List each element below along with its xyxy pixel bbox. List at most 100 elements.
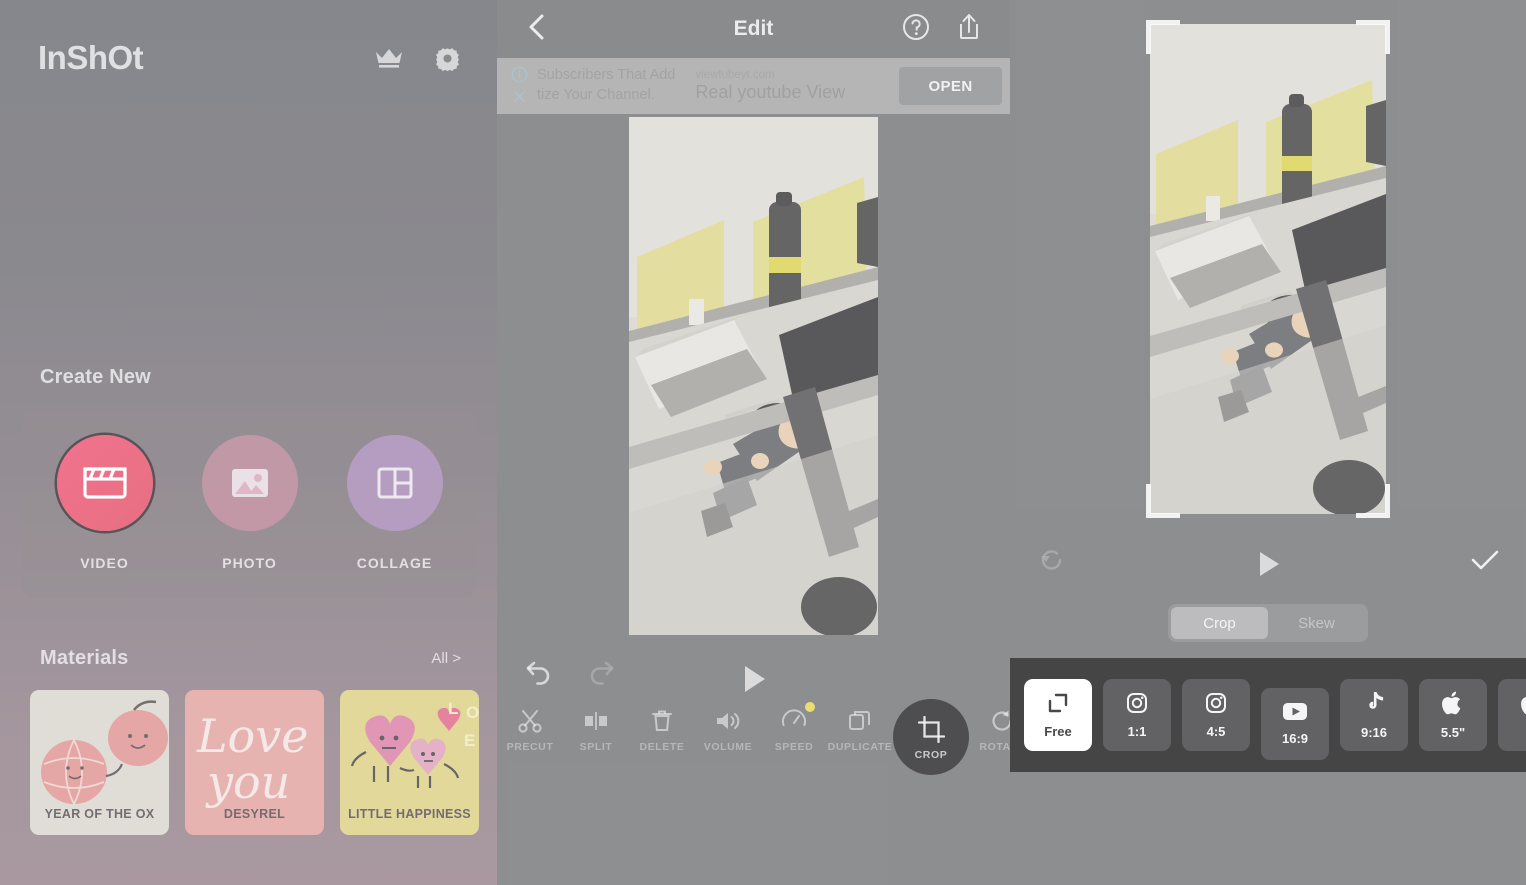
apple-icon	[1442, 691, 1464, 720]
ratio-free[interactable]: Free	[1024, 679, 1092, 751]
inshot-home-screen: InShOt Create New VIDEO PHOTO COLLAGE Ma…	[0, 0, 497, 885]
material-label: LITTLE HAPPINESS	[348, 807, 471, 821]
create-new-card: VIDEO PHOTO COLLAGE	[22, 408, 477, 598]
create-collage-label: COLLAGE	[356, 555, 433, 571]
ratio-label: 4:5	[1206, 723, 1226, 739]
materials-list: YEAR OF THE OX Love you DESYREL L O E LI…	[30, 690, 479, 835]
material-card[interactable]: Love you DESYREL	[185, 690, 324, 835]
tool-duplicate[interactable]: DUPLICATE	[827, 705, 893, 755]
rotate-icon	[969, 705, 1010, 737]
back-arrow-icon[interactable]	[525, 12, 547, 47]
tool-crop[interactable]: CROP	[893, 699, 969, 775]
svg-text:L: L	[448, 699, 458, 718]
tool-volume[interactable]: VOLUME	[695, 705, 761, 755]
apple-icon	[1521, 691, 1526, 720]
tool-precut[interactable]: PRECUT	[497, 705, 563, 755]
crop-icon	[917, 713, 945, 745]
ad-banner[interactable]: Subscribers That Add tize Your Channel. …	[497, 58, 1010, 114]
ad-banner-close-group[interactable]	[507, 66, 531, 107]
ratio-label: 1:1	[1127, 723, 1147, 739]
tool-label: PRECUT	[506, 741, 554, 753]
screenshot-root: InShOt Create New VIDEO PHOTO COLLAGE Ma…	[0, 0, 1526, 885]
tool-split[interactable]: SPLIT	[563, 705, 629, 755]
ad-line-2: tize Your Channel.	[537, 87, 655, 103]
info-icon[interactable]	[511, 66, 528, 86]
ratio-4-5[interactable]: 4:5	[1182, 679, 1250, 751]
crop-handle-bottom-right[interactable]	[1356, 484, 1390, 518]
ratio-5-5-inch[interactable]: 5.5"	[1419, 679, 1487, 751]
check-icon[interactable]	[1470, 548, 1500, 579]
play-icon[interactable]	[1252, 548, 1284, 585]
undo-icon[interactable]	[525, 660, 555, 691]
material-card[interactable]: L O E LITTLE HAPPINESS	[340, 690, 479, 835]
ad-headline-block: viewtubeyt.com Real youtube View	[695, 69, 845, 103]
collage-icon	[346, 435, 443, 531]
crop-timeline[interactable]: 0:00.0 Total 0:01.2	[1010, 778, 1526, 885]
crop-action-row	[1010, 538, 1526, 588]
redo-icon[interactable]	[585, 660, 615, 691]
crop-skew-segmented-control[interactable]: Crop Skew	[1168, 604, 1368, 642]
scissors-icon	[497, 705, 563, 737]
gear-icon[interactable]	[434, 45, 461, 72]
create-photo-label: PHOTO	[222, 555, 277, 571]
materials-all-link[interactable]: All >	[431, 650, 461, 667]
crown-icon[interactable]	[374, 46, 404, 70]
tool-rotate[interactable]: ROTATE	[969, 705, 1010, 755]
clapperboard-icon	[56, 435, 153, 531]
tab-skew[interactable]: Skew	[1268, 607, 1365, 639]
material-label: DESYREL	[223, 807, 286, 821]
ratio-1-1[interactable]: 1:1	[1103, 679, 1171, 751]
ratio-label: 16:9	[1281, 731, 1309, 746]
material-card[interactable]: YEAR OF THE OX	[30, 690, 169, 835]
crop-frame[interactable]	[1146, 20, 1390, 518]
edit-header: Edit	[497, 0, 1010, 58]
volume-icon	[695, 705, 761, 737]
create-new-heading: Create New	[40, 366, 151, 388]
ad-url: viewtubeyt.com	[695, 69, 775, 81]
svg-text:you: you	[205, 755, 290, 809]
share-icon[interactable]	[956, 12, 982, 47]
crop-handle-top-left[interactable]	[1146, 20, 1180, 54]
ad-headline: Real youtube View	[695, 82, 846, 102]
tab-crop[interactable]: Crop	[1171, 607, 1268, 639]
ad-open-button[interactable]: OPEN	[899, 67, 1002, 105]
free-crop-icon	[1047, 692, 1069, 719]
create-video-button[interactable]: VIDEO	[45, 435, 165, 571]
material-label: YEAR OF THE OX	[44, 807, 155, 821]
aspect-ratio-bar[interactable]: Free 1:1 4:5 16:9 9:16 5.5"	[1010, 658, 1526, 772]
svg-text:O: O	[466, 703, 479, 722]
tool-label: VOLUME	[703, 741, 753, 753]
reset-icon[interactable]	[1038, 546, 1068, 579]
create-collage-button[interactable]: COLLAGE	[335, 435, 455, 571]
ratio-16-9[interactable]: 16:9	[1261, 688, 1329, 760]
tool-speed[interactable]: SPEED	[761, 702, 827, 755]
video-preview[interactable]	[629, 117, 878, 635]
crop-screen: Crop Skew Free 1:1 4:5 16:9 9:16 5.5"	[1010, 0, 1526, 885]
tool-delete[interactable]: DELETE	[629, 705, 695, 755]
ratio-9-16[interactable]: 9:16	[1340, 679, 1408, 751]
create-video-label: VIDEO	[80, 555, 129, 571]
crop-handle-top-right[interactable]	[1356, 20, 1390, 54]
create-photo-button[interactable]: PHOTO	[190, 435, 310, 571]
ad-body-text: Subscribers That Add tize Your Channel.	[537, 66, 675, 105]
crop-preview-image[interactable]	[1150, 24, 1386, 514]
crop-handle-bottom-left[interactable]	[1146, 484, 1180, 518]
speed-new-badge	[805, 702, 815, 712]
duplicate-icon	[827, 705, 893, 737]
app-logo: InShOt	[38, 39, 144, 76]
ratio-label: 9:16	[1360, 724, 1388, 740]
svg-text:E: E	[464, 731, 475, 750]
ratio-partial[interactable]: 5.	[1498, 679, 1526, 751]
tiktok-icon	[1363, 691, 1385, 720]
tool-label: CROP	[914, 749, 948, 761]
materials-heading: Materials	[40, 647, 129, 669]
tool-label: DELETE	[639, 741, 685, 753]
help-icon[interactable]	[902, 13, 930, 46]
image-icon	[201, 435, 298, 531]
play-icon[interactable]	[738, 662, 770, 701]
tool-label: SPLIT	[579, 741, 613, 753]
home-topbar-actions	[374, 45, 461, 72]
edit-timeline[interactable]: + 0:00.0 Total 0:01.2	[497, 780, 1010, 885]
close-icon[interactable]	[512, 89, 527, 107]
edit-toolbar: PRECUT SPLIT DELETE VOLUME SPEED DUPLICA…	[497, 699, 1010, 777]
